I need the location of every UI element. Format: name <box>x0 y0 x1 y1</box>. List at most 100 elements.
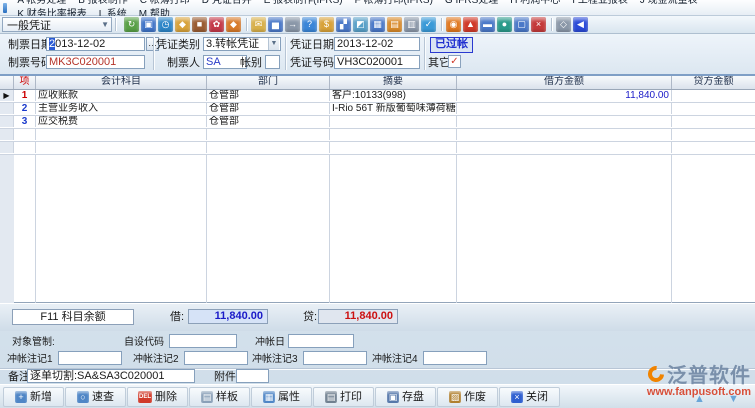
cell-no: 1 <box>14 90 36 101</box>
template-button[interactable]: ▤样板 <box>189 387 250 407</box>
copy-icon[interactable]: ▥ <box>404 17 419 32</box>
puzzle-icon[interactable]: ◆ <box>226 17 241 32</box>
chart-icon[interactable]: ▅ <box>268 17 283 32</box>
briefcase-icon[interactable]: ■ <box>192 17 207 32</box>
attachment-input[interactable] <box>236 369 269 383</box>
rose-icon[interactable]: ✿ <box>209 17 224 32</box>
table-row-empty[interactable] <box>0 129 755 142</box>
menu-item[interactable]: E 报表制作(IFRS) <box>258 0 349 6</box>
toolbar-separator <box>246 18 248 31</box>
book-icon[interactable]: ▤ <box>387 17 402 32</box>
del-icon: DEL <box>138 391 152 403</box>
other-label: 其它 <box>428 57 450 70</box>
grid-header-row: 项 会计科目 部门 摘要 借方金额 贷方金额 <box>0 76 755 90</box>
clock-icon[interactable]: ◷ <box>158 17 173 32</box>
bell-icon[interactable]: ◉ <box>446 17 461 32</box>
voucher-mode-value: 一般凭证 <box>7 17 51 33</box>
remark-value: 逐单切割:SA&SA3C020001 <box>30 370 192 382</box>
close-icon[interactable]: × <box>531 17 546 32</box>
menu-item[interactable]: I 工程业报表 <box>566 0 634 6</box>
app-icon <box>3 3 7 13</box>
key-icon[interactable]: ◆ <box>175 17 190 32</box>
save-button[interactable]: ▣存盘 <box>375 387 436 407</box>
offset-date-input[interactable] <box>288 334 354 348</box>
voucher-type-combo[interactable]: 3.转帐凭证 ▼ <box>203 37 281 51</box>
globe-icon[interactable]: ● <box>497 17 512 32</box>
cell-account: 应交税费 <box>36 116 207 127</box>
void-button[interactable]: ▨作废 <box>437 387 498 407</box>
arrow-right-icon[interactable]: → <box>285 17 300 32</box>
grid-empty-area[interactable] <box>0 155 755 306</box>
voucher-no-input[interactable]: VH3C020001 <box>334 55 420 69</box>
monitor-icon[interactable]: ▣ <box>141 17 156 32</box>
offset-note4-input[interactable] <box>423 351 487 365</box>
record-down-icon[interactable]: ▼ <box>728 393 739 405</box>
cell-credit <box>672 90 755 101</box>
voucher-no-label: 凭证号码 <box>290 57 334 70</box>
print-button[interactable]: ▤打印 <box>313 387 374 407</box>
screen-icon[interactable]: ▬ <box>480 17 495 32</box>
offset-note4-label: 冲帐注记4 <box>372 353 418 366</box>
cell-debit: 11,840.00 <box>457 90 672 101</box>
menu-item[interactable]: H 利润中心 <box>504 0 566 6</box>
cell-dept <box>207 129 330 140</box>
properties-button[interactable]: ▦属性 <box>251 387 312 407</box>
refresh-icon[interactable]: ↻ <box>124 17 139 32</box>
credit-total-value: 11,840.00 <box>318 309 398 324</box>
menu-item[interactable]: J 现金流量表 <box>634 0 704 6</box>
exit-icon[interactable]: ◀ <box>573 17 588 32</box>
offset-note2-input[interactable] <box>184 351 248 365</box>
cell-summary <box>330 129 457 140</box>
delete-button[interactable]: DEL删除 <box>127 387 188 407</box>
menu-item[interactable]: C 帐簿打印 <box>134 0 196 6</box>
button-label: 存盘 <box>402 391 424 403</box>
voucher-mode-combo[interactable]: 一般凭证 ▼ <box>2 17 112 32</box>
record-up-icon[interactable]: ▲ <box>694 393 705 405</box>
remark-input[interactable]: 逐单切割:SA&SA3C020001 <box>27 369 195 383</box>
attachment-label: 附件 <box>214 371 236 384</box>
voucher-date-input[interactable]: 2013-12-02 <box>334 37 420 51</box>
row-marker <box>0 116 14 127</box>
close-button[interactable]: ×关闭 <box>499 387 560 407</box>
calendar-icon[interactable]: ▦ <box>370 17 385 32</box>
button-label: 速查 <box>92 391 114 403</box>
clip-icon[interactable]: ◇ <box>556 17 571 32</box>
cell-no <box>14 129 36 140</box>
book-label: 帐别 <box>240 57 262 70</box>
self-code-input[interactable] <box>169 334 237 348</box>
chart-edit-icon[interactable]: ◩ <box>353 17 368 32</box>
cell-dept: 仓管部 <box>207 116 330 127</box>
other-checkbox[interactable]: ✓ <box>448 55 461 68</box>
warning-icon[interactable]: ▲ <box>463 17 478 32</box>
menu-item[interactable]: D 凭证合并 <box>196 0 258 6</box>
menu-item[interactable]: B 报表制作 <box>72 0 133 6</box>
offset-note1-input[interactable] <box>58 351 122 365</box>
cell-account: 应收账款 <box>36 90 207 101</box>
table-row[interactable]: ▶ 1 应收账款 仓管部 客户:10133(998) 11,840.00 <box>0 90 755 103</box>
cell-debit <box>457 129 672 140</box>
menu-item[interactable]: G IFRS处理 <box>439 0 504 6</box>
menu-item[interactable]: A 帐务处理 <box>11 0 72 6</box>
grid-header-summary: 摘要 <box>330 76 457 89</box>
help-icon[interactable]: ? <box>302 17 317 32</box>
offset-note1-label: 冲帐注记1 <box>7 353 53 366</box>
window-icon[interactable]: ▢ <box>514 17 529 32</box>
book-input[interactable] <box>265 55 280 69</box>
mail-icon[interactable]: ✉ <box>251 17 266 32</box>
toolbar-separator <box>441 18 443 31</box>
table-row[interactable]: 3 应交税费 仓管部 <box>0 116 755 129</box>
divider <box>424 37 426 70</box>
balance-button[interactable]: F11 科目余额 <box>12 309 134 325</box>
menu-item[interactable]: F 帐簿打印(IFRS) <box>349 0 439 6</box>
table-row-empty[interactable] <box>0 142 755 155</box>
check-circle-icon[interactable]: ✓ <box>421 17 436 32</box>
coin-icon[interactable]: $ <box>319 17 334 32</box>
button-label: 样板 <box>216 391 238 403</box>
cart-icon[interactable]: ▞ <box>336 17 351 32</box>
add-button[interactable]: +新增 <box>3 387 64 407</box>
debit-total-label: 借: <box>170 311 184 324</box>
quick-search-button[interactable]: ○速查 <box>65 387 126 407</box>
offset-panel: 对象管制: 自设代码 冲帐日 冲帐注记1 冲帐注记2 冲帐注记3 冲帐注记4 <box>0 330 755 369</box>
offset-note3-input[interactable] <box>303 351 367 365</box>
table-row[interactable]: 2 主营业务收入 仓管部 I-Rio 56T 新版葡萄味薄荷糖促销礼品钥 <box>0 103 755 116</box>
